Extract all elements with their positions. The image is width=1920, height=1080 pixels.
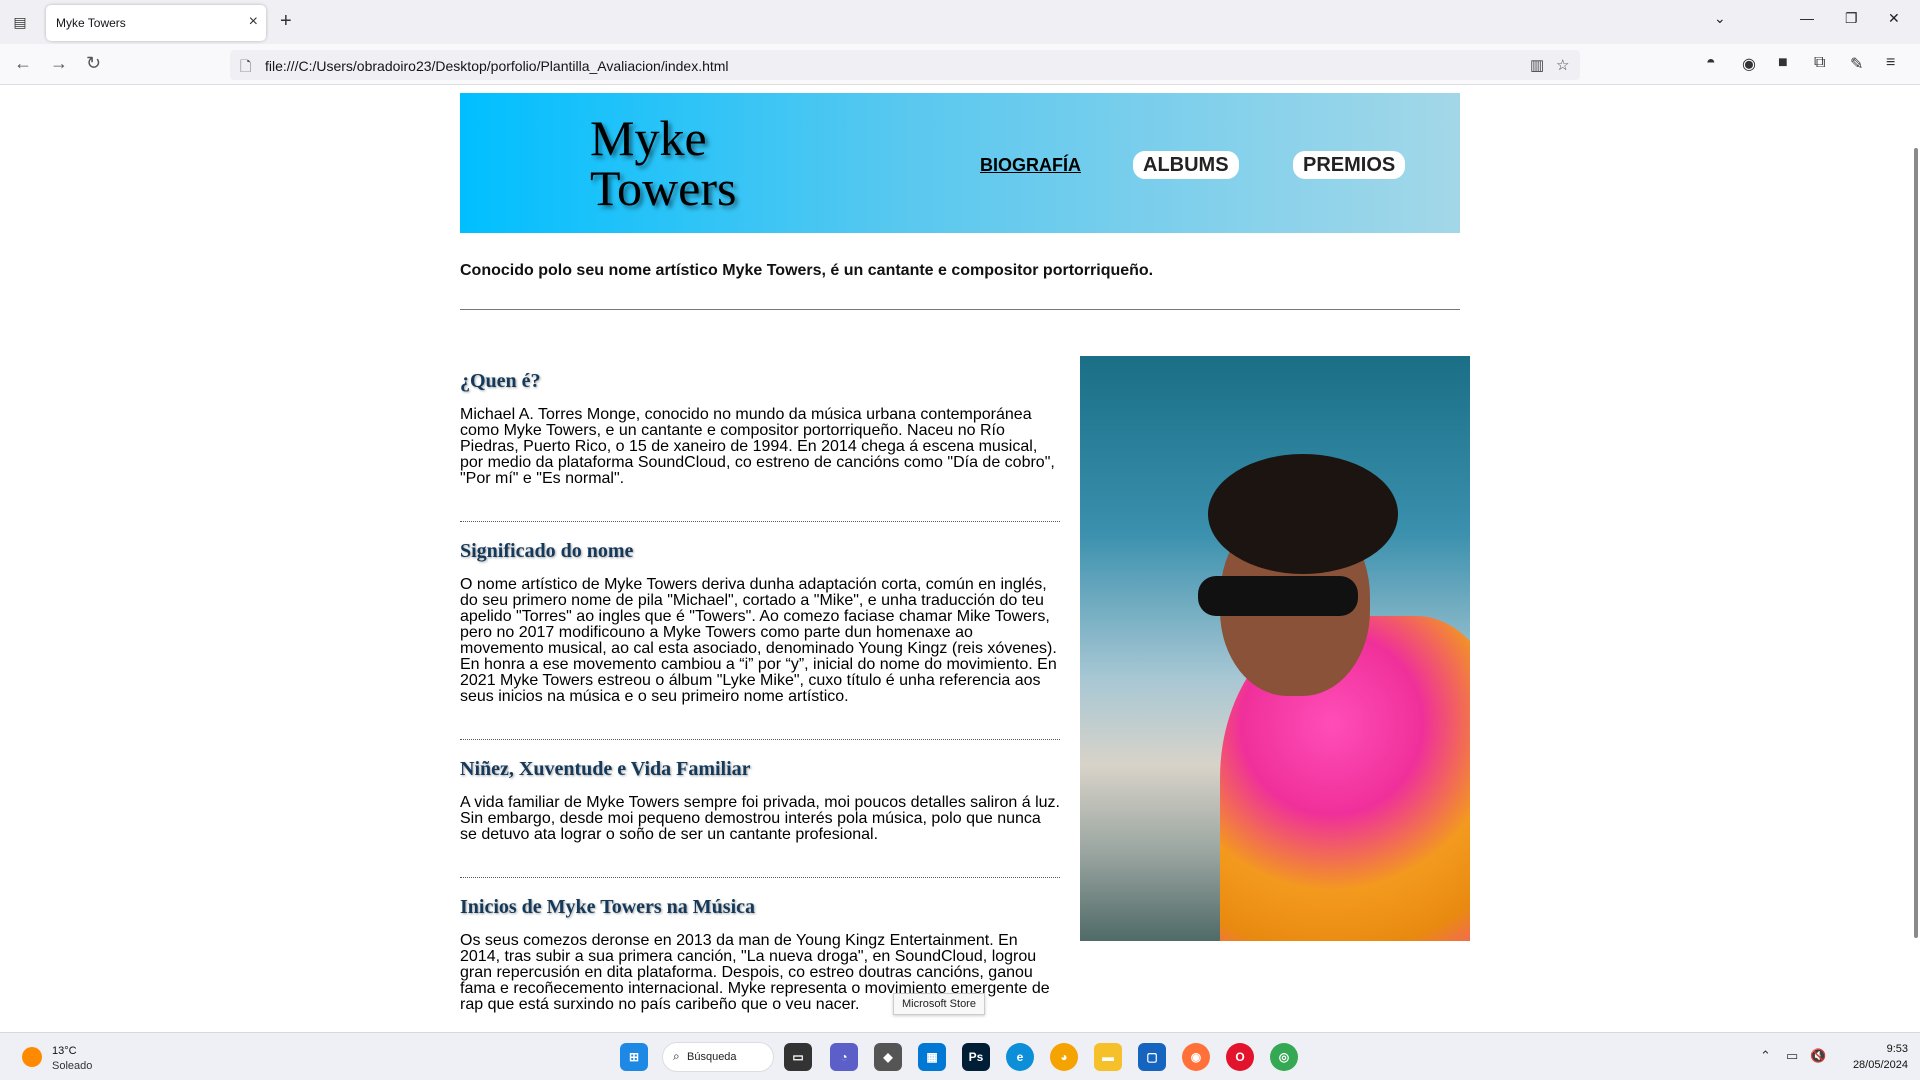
tab-bar: ▤ Myke Towers × + ⌄ — ❐ ✕ <box>0 0 1920 44</box>
reader-view-icon[interactable]: ▥ <box>1530 56 1544 74</box>
section-body: A vida familiar de Myke Towers sempre fo… <box>460 794 1060 843</box>
section-title: Inicios de Myke Towers na Música <box>460 896 756 918</box>
task-view-icon[interactable]: ▭ <box>784 1043 812 1071</box>
intro-text: Conocido polo seu nome artístico Myke To… <box>460 262 1154 279</box>
photo-hair <box>1208 454 1398 574</box>
extensions-icon[interactable]: ⧉ <box>1814 54 1825 72</box>
menu-icon[interactable]: ≡ <box>1886 54 1895 72</box>
new-tab-icon[interactable]: + <box>280 10 292 33</box>
section-title: ¿Quen é? <box>460 370 541 392</box>
weather-description[interactable]: Soleado <box>52 1060 92 1072</box>
amazon-extension-icon[interactable]: ■ <box>1778 54 1788 72</box>
browser-tab[interactable]: Myke Towers × <box>46 5 266 41</box>
edge-icon[interactable]: e <box>1006 1043 1034 1071</box>
tab-list-icon[interactable]: ▤ <box>10 12 30 32</box>
photoshop-icon[interactable]: Ps <box>962 1043 990 1071</box>
nav-premios[interactable]: PREMIOS <box>1293 151 1406 179</box>
section-body: O nome artístico de Myke Towers deriva d… <box>460 576 1057 705</box>
tab-title: Myke Towers <box>56 16 126 30</box>
search-label: Búsqueda <box>687 1051 737 1063</box>
microsoft-store-icon[interactable]: ▦ <box>918 1043 946 1071</box>
network-icon[interactable]: ▭ <box>1786 1048 1798 1064</box>
restore-icon[interactable]: ❐ <box>1845 10 1858 27</box>
scrollbar-thumb[interactable] <box>1914 148 1918 938</box>
section-divider <box>460 877 1060 878</box>
pocket-icon[interactable]: ◓ <box>1706 54 1716 72</box>
chrome-icon[interactable]: ◎ <box>1270 1043 1298 1071</box>
site-logo: Myke Towers <box>590 113 736 213</box>
chat-icon[interactable]: ◔ <box>830 1043 858 1071</box>
logo-line-2: Towers <box>590 160 737 216</box>
site-header: Myke Towers BIOGRAFÍA ALBUMS PREMIOS <box>460 93 1460 233</box>
clock-time[interactable]: 9:53 <box>1887 1043 1908 1055</box>
url-bar[interactable]: 🗋 file:///C:/Users/obradoiro23/Desktop/p… <box>230 50 1580 80</box>
tooltip: Microsoft Store <box>893 993 985 1015</box>
nav-albums[interactable]: ALBUMS <box>1133 151 1239 179</box>
artist-photo <box>1080 356 1470 941</box>
navigation-bar: ← → ↻ 🗋 file:///C:/Users/obradoiro23/Des… <box>0 44 1920 85</box>
sun-icon[interactable] <box>22 1047 42 1067</box>
divider <box>460 309 1460 310</box>
app-icon[interactable]: ◕ <box>1050 1043 1078 1071</box>
file-icon: 🗋 <box>240 58 252 74</box>
opera-icon[interactable]: O <box>1226 1043 1254 1071</box>
file-explorer-icon[interactable]: ▬ <box>1094 1043 1122 1071</box>
minimize-icon[interactable]: — <box>1800 10 1814 26</box>
section-title: Significado do nome <box>460 540 634 562</box>
clock-date[interactable]: 28/05/2024 <box>1853 1059 1908 1071</box>
bookmark-star-icon[interactable]: ☆ <box>1556 56 1569 74</box>
close-icon[interactable]: × <box>249 13 258 31</box>
app-icon[interactable]: ▢ <box>1138 1043 1166 1071</box>
taskbar: 13°C Soleado ⊞ ⌕ Búsqueda ▭ ◔ ◆ ▦ Ps e ◕… <box>0 1032 1920 1080</box>
firefox-icon[interactable]: ◉ <box>1182 1043 1210 1071</box>
app-icon[interactable]: ◆ <box>874 1043 902 1071</box>
biography-content: ¿Quen é? Michael A. Torres Monge, conoci… <box>460 356 1060 1013</box>
close-window-icon[interactable]: ✕ <box>1888 10 1900 27</box>
forward-icon[interactable]: → <box>50 53 68 74</box>
taskbar-search[interactable]: ⌕ Búsqueda <box>662 1042 774 1072</box>
volume-muted-icon[interactable]: 🔇 <box>1810 1048 1826 1064</box>
photo-sunglasses <box>1198 576 1358 616</box>
account-icon[interactable]: ◉ <box>1742 54 1756 74</box>
section-title: Niñez, Xuventude e Vida Familiar <box>460 758 751 780</box>
section-divider <box>460 521 1060 522</box>
weather-temperature[interactable]: 13°C <box>52 1045 77 1057</box>
nav-biografia[interactable]: BIOGRAFÍA <box>970 151 1091 179</box>
search-icon: ⌕ <box>673 1049 680 1063</box>
web-page: Myke Towers BIOGRAFÍA ALBUMS PREMIOS Con… <box>0 86 1920 1032</box>
reload-icon[interactable]: ↻ <box>86 53 101 74</box>
windows-start-icon[interactable]: ⊞ <box>620 1043 648 1071</box>
section-body: Michael A. Torres Monge, conocido no mun… <box>460 406 1055 487</box>
back-icon[interactable]: ← <box>14 53 32 74</box>
chevron-up-icon[interactable]: ⌃ <box>1760 1048 1771 1064</box>
eyedropper-icon[interactable]: ✎ <box>1850 54 1863 74</box>
list-all-tabs-icon[interactable]: ⌄ <box>1714 10 1726 27</box>
logo-line-1: Myke <box>590 110 707 166</box>
url-text[interactable]: file:///C:/Users/obradoiro23/Desktop/por… <box>265 58 729 74</box>
section-divider <box>460 739 1060 740</box>
